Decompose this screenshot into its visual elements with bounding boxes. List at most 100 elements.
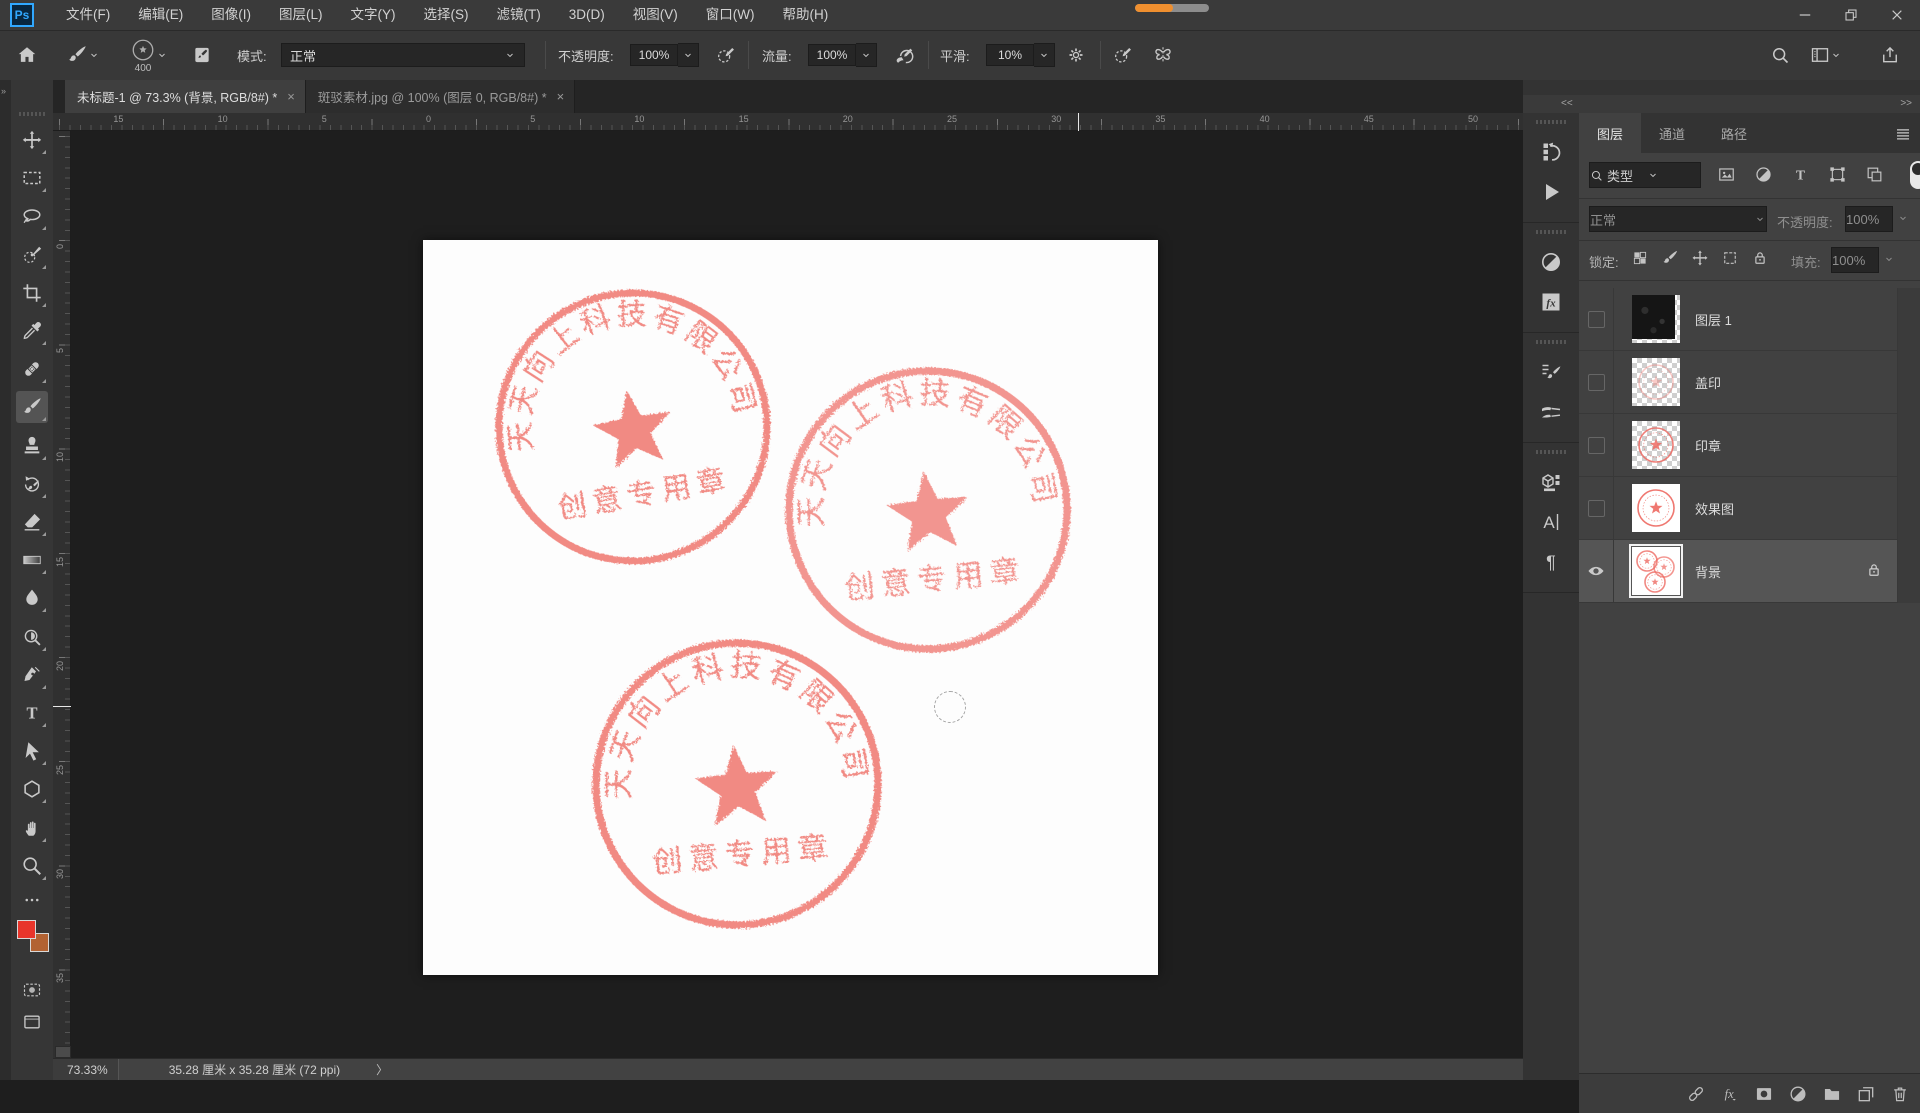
tool-healing-brush[interactable]: [16, 353, 48, 385]
panel-tab-通道[interactable]: 通道: [1641, 113, 1703, 153]
tool-history-brush[interactable]: [16, 468, 48, 500]
menu-文件(F)[interactable]: 文件(F): [52, 0, 124, 30]
size-pressure-button[interactable]: [1112, 31, 1134, 79]
delete-layer-icon[interactable]: [1890, 1084, 1910, 1104]
tool-eraser[interactable]: [16, 506, 48, 538]
panel-tab-图层[interactable]: 图层: [1579, 113, 1642, 153]
flow-input[interactable]: 100%: [808, 31, 877, 79]
layer-visibility-toggle[interactable]: [1579, 477, 1614, 539]
tab-close-icon[interactable]: ×: [287, 89, 295, 104]
tool-lasso[interactable]: [16, 200, 48, 232]
toggle-brush-panel-button[interactable]: [192, 31, 212, 79]
layer-row-效果图[interactable]: 效果图: [1579, 477, 1897, 540]
menu-3D(D)[interactable]: 3D(D): [555, 0, 619, 30]
tool-object-selection[interactable]: [16, 239, 48, 271]
layer-visibility-toggle[interactable]: [1579, 351, 1614, 413]
menu-滤镜(T)[interactable]: 滤镜(T): [483, 0, 555, 30]
blend-mode-select[interactable]: 正常: [281, 31, 525, 79]
close-button[interactable]: [1874, 0, 1920, 30]
panel-adjustments-button[interactable]: [1523, 242, 1579, 282]
menu-视图(V)[interactable]: 视图(V): [619, 0, 692, 30]
tool-marquee[interactable]: [16, 162, 48, 194]
opacity-pressure-button[interactable]: [715, 31, 737, 79]
panel-actions-button[interactable]: [1523, 172, 1579, 212]
smoothing-options-button[interactable]: [1066, 31, 1086, 79]
zoom-level-field[interactable]: 73.33%: [53, 1059, 119, 1080]
panel-paragraph-button[interactable]: ¶: [1523, 542, 1579, 582]
menu-窗口(W)[interactable]: 窗口(W): [692, 0, 769, 30]
tool-shape[interactable]: [16, 773, 48, 805]
panel-brushes-button[interactable]: [1523, 392, 1579, 432]
workspace-button[interactable]: [1810, 31, 1842, 79]
filter-toggle[interactable]: [1910, 161, 1920, 189]
lock-artboard-icon[interactable]: [1721, 249, 1739, 270]
minimize-button[interactable]: [1782, 0, 1828, 30]
quick-mask-button[interactable]: [16, 974, 48, 1006]
tool-pen[interactable]: [16, 659, 48, 691]
layer-row-盖印[interactable]: 盖印: [1579, 351, 1897, 414]
foreground-color-swatch[interactable]: [17, 920, 36, 939]
tool-hand[interactable]: [16, 812, 48, 844]
lock-pixels-icon[interactable]: [1661, 249, 1679, 270]
link-layers-icon[interactable]: [1686, 1084, 1706, 1104]
status-chevron-icon[interactable]: 〉: [376, 1061, 388, 1078]
menu-图像(I)[interactable]: 图像(I): [197, 0, 265, 30]
filter-type-layers-icon[interactable]: T: [1791, 165, 1810, 187]
filter-shape-layers-icon[interactable]: [1828, 165, 1847, 187]
filter-smart-objects-icon[interactable]: [1865, 165, 1884, 187]
menu-选择(S)[interactable]: 选择(S): [410, 0, 483, 30]
opacity-input[interactable]: 100%: [630, 31, 699, 79]
edit-toolbar-button[interactable]: [16, 890, 48, 910]
toolbar-grip[interactable]: [19, 112, 45, 116]
tool-crop[interactable]: [16, 277, 48, 309]
symmetry-button[interactable]: [1152, 31, 1174, 79]
tab-close-icon[interactable]: ×: [557, 89, 565, 104]
panel-character-button[interactable]: A: [1523, 502, 1579, 542]
tool-eyedropper[interactable]: [16, 315, 48, 347]
menu-文字(Y)[interactable]: 文字(Y): [337, 0, 410, 30]
layer-thumbnail[interactable]: [1632, 358, 1680, 406]
layers-scrollbar-gutter[interactable]: [1897, 288, 1920, 603]
layer-visibility-toggle[interactable]: [1579, 288, 1614, 350]
tool-clone-stamp[interactable]: [16, 430, 48, 462]
collapse-right-icon[interactable]: >>: [1900, 98, 1912, 109]
layer-row-印章[interactable]: 印章: [1579, 414, 1897, 477]
adjustment-layer-icon[interactable]: [1788, 1084, 1808, 1104]
lock-position-icon[interactable]: [1691, 249, 1709, 270]
layer-thumbnail[interactable]: [1629, 544, 1683, 598]
scrollbar-corner[interactable]: [55, 1046, 71, 1058]
menu-帮助(H)[interactable]: 帮助(H): [768, 0, 842, 30]
layer-thumbnail[interactable]: [1632, 421, 1680, 469]
tool-preset-button[interactable]: [66, 31, 100, 79]
tool-move[interactable]: [16, 124, 48, 156]
document-tab-0[interactable]: 未标题-1 @ 73.3% (背景, RGB/8#) * ×: [65, 80, 306, 113]
layer-fill-input[interactable]: 100%: [1831, 247, 1879, 273]
filter-type-select[interactable]: 类型: [1589, 162, 1701, 188]
collapse-left-icon[interactable]: <<: [1561, 98, 1573, 109]
filter-adjustment-layers-icon[interactable]: [1754, 165, 1773, 187]
layer-style-icon[interactable]: fx: [1720, 1084, 1740, 1104]
airbrush-button[interactable]: [893, 31, 915, 79]
document-canvas[interactable]: 天天向上科技有限公司创意专用章天天向上科技有限公司创意专用章天天向上科技有限公司…: [423, 240, 1158, 975]
menu-图层(L)[interactable]: 图层(L): [265, 0, 337, 30]
layer-thumbnail[interactable]: [1632, 484, 1680, 532]
panel-brush-settings-button[interactable]: [1523, 352, 1579, 392]
layer-row-图层 1[interactable]: 图层 1: [1579, 288, 1897, 351]
lock-transparency-icon[interactable]: [1631, 249, 1649, 270]
search-button[interactable]: [1770, 31, 1790, 79]
layer-opacity-input[interactable]: 100%: [1845, 206, 1893, 232]
restore-button[interactable]: [1828, 0, 1874, 30]
canvas-viewport[interactable]: 天天向上科技有限公司创意专用章天天向上科技有限公司创意专用章天天向上科技有限公司…: [71, 131, 1523, 1058]
home-button[interactable]: [16, 31, 38, 79]
tool-blur[interactable]: [16, 582, 48, 614]
layer-blend-mode-select[interactable]: 正常: [1589, 206, 1767, 232]
menu-编辑(E)[interactable]: 编辑(E): [124, 0, 197, 30]
brush-preset-picker[interactable]: 400: [130, 31, 168, 79]
new-group-icon[interactable]: [1822, 1084, 1842, 1104]
panel-styles-button[interactable]: fx: [1523, 282, 1579, 322]
share-button[interactable]: [1880, 31, 1900, 79]
filter-pixel-layers-icon[interactable]: [1717, 165, 1736, 187]
panel-tab-路径[interactable]: 路径: [1703, 113, 1765, 153]
layer-visibility-toggle[interactable]: [1579, 540, 1614, 602]
tool-zoom[interactable]: [16, 850, 48, 882]
